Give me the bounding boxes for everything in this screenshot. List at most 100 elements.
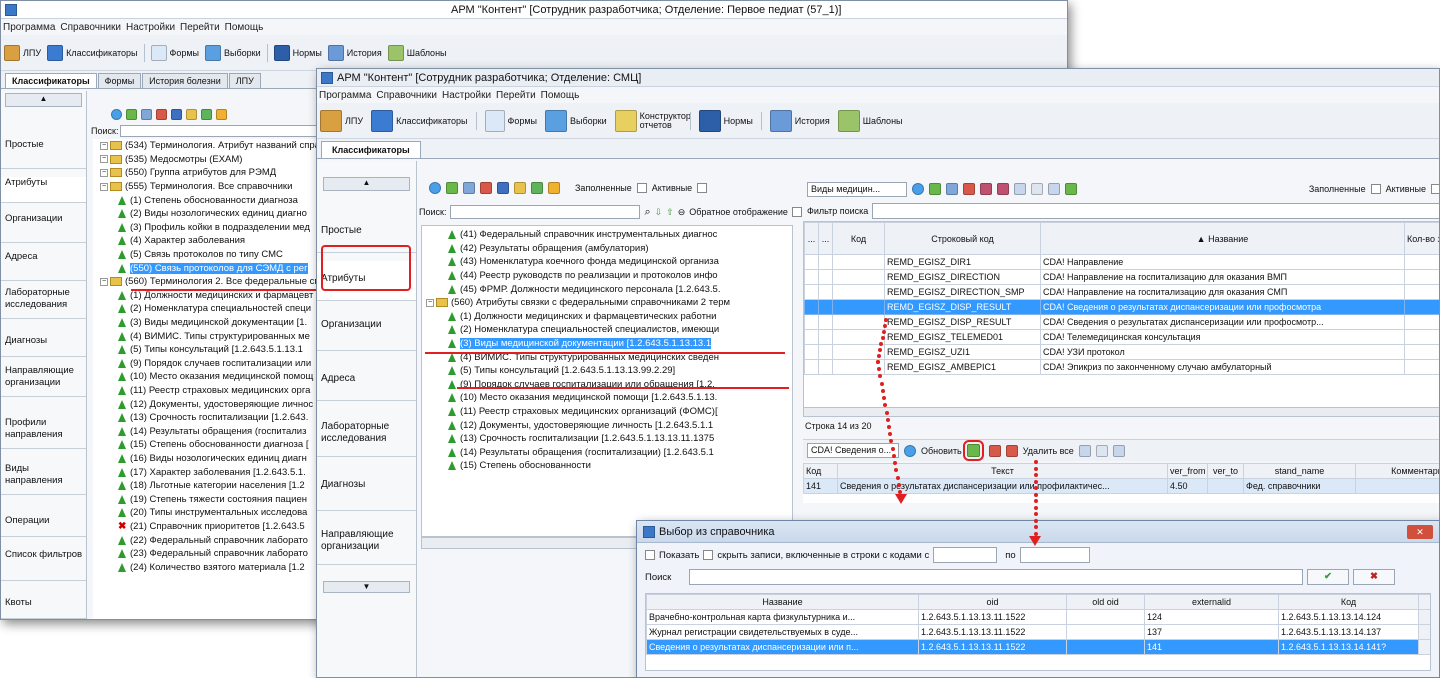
table-row[interactable]: REMD_EGISZ_DIR1 CDA! Направление: [804, 254, 1439, 270]
export-icon[interactable]: [531, 182, 543, 194]
menu-settings[interactable]: Настройки: [126, 22, 175, 33]
expand-toggle-icon[interactable]: −: [100, 141, 108, 150]
tree-item[interactable]: (20) Типы инструментальных исследова: [96, 506, 321, 520]
show-checkbox[interactable]: [645, 550, 655, 560]
cut-icon[interactable]: [1095, 444, 1108, 457]
table-row[interactable]: REMD_EGISZ_TELEMED01 CDA! Телемедицинская…: [804, 329, 1439, 345]
menu-help[interactable]: Помощь: [541, 90, 580, 101]
tree-item[interactable]: (11) Реестр страховых медицинских орга: [96, 384, 321, 398]
sub-col-code[interactable]: Код: [803, 463, 838, 479]
tree-item[interactable]: (9) Порядок случаев госпитализации или: [96, 357, 321, 371]
grid-col-count[interactable]: Кол-во записей: [1404, 222, 1439, 255]
sidebar-item-attributes[interactable]: Атрибуты: [1, 177, 86, 203]
tree-item[interactable]: (1) Степень обоснованности диагноза: [96, 193, 321, 207]
reverse-checkbox[interactable]: [791, 207, 802, 217]
folder-icon[interactable]: [186, 109, 197, 120]
tree-item[interactable]: − (560) Терминология 2. Все федеральные с…: [96, 275, 321, 289]
refresh-button[interactable]: Обновить: [921, 446, 962, 456]
tree-item[interactable]: − (550) Группа атрибутов для РЭМД: [96, 166, 321, 180]
grid-hscroll[interactable]: [803, 407, 1439, 417]
tree-item[interactable]: (19) Степень тяжести состояния пациен: [96, 492, 321, 506]
grid-col-1[interactable]: ...: [804, 222, 819, 255]
toolbar-lpu-button[interactable]: ЛПУ: [320, 109, 363, 132]
toolbar-classifiers-button[interactable]: Классификаторы: [371, 109, 468, 132]
tree-item[interactable]: (1) Должности медицинских и фармацевтиче…: [426, 310, 792, 324]
tree-item[interactable]: ✖ (21) Справочник приоритетов [1.2.643.5: [96, 520, 321, 534]
copy-icon[interactable]: [1078, 444, 1091, 457]
add-icon[interactable]: [929, 183, 941, 195]
toolbar-report-builder-button[interactable]: Конструктор отчетов: [614, 109, 691, 132]
refresh-icon[interactable]: [912, 183, 924, 195]
delete-icon[interactable]: [480, 182, 492, 194]
sidebar-item-referral-types[interactable]: Виды направления: [1, 463, 86, 495]
code-from-input[interactable]: [933, 547, 998, 563]
tree-item[interactable]: (17) Характер заболевания [1.2.643.5.1.: [96, 465, 321, 479]
sidebar-scroll-down[interactable]: ▼: [323, 581, 410, 593]
expand-toggle-icon[interactable]: −: [100, 155, 108, 164]
sidebar-item-referral-profiles[interactable]: Профили направления: [1, 417, 86, 449]
tree-item[interactable]: (2) Номенклатура специальностей специ: [96, 302, 321, 316]
tree-item[interactable]: (22) Федеральный справочник лаборато: [96, 533, 321, 547]
sidebar-item-addresses[interactable]: Адреса: [1, 251, 86, 281]
dialog-search-input[interactable]: [689, 569, 1303, 585]
sidebar-item-organizations[interactable]: Организации: [317, 311, 416, 351]
refresh-icon[interactable]: [111, 109, 122, 120]
ok-button[interactable]: ✔: [1307, 569, 1349, 585]
tree-item[interactable]: (3) Виды медицинской документации [1.: [96, 316, 321, 330]
tree-item[interactable]: (3) Профиль койки в подразделении мед: [96, 221, 321, 235]
table-row[interactable]: Врачебно-контрольная карта физкультурник…: [646, 609, 1430, 625]
delete-icon[interactable]: [963, 183, 975, 195]
add-icon[interactable]: [126, 109, 137, 120]
sub-col-stand-name[interactable]: stand_name: [1243, 463, 1356, 479]
filter-icon[interactable]: [216, 109, 227, 120]
grid-col-2[interactable]: ...: [818, 222, 833, 255]
toolbar-forms-button[interactable]: Формы: [484, 109, 537, 132]
dictionary-combo[interactable]: Виды медицин...: [807, 181, 907, 197]
tab-classifiers[interactable]: Классификаторы: [321, 141, 421, 158]
tab-forms[interactable]: Формы: [97, 73, 142, 88]
paste-icon[interactable]: [1112, 444, 1125, 457]
save-icon[interactable]: [171, 109, 182, 120]
menu-program[interactable]: Программа: [319, 90, 371, 101]
table-icon[interactable]: [980, 183, 992, 195]
tree-item[interactable]: (5) Типы консультаций [1.2.643.5.1.13.13…: [426, 364, 792, 378]
paste-icon[interactable]: [1048, 183, 1060, 195]
sidebar-item-quotas[interactable]: Квоты: [1, 597, 86, 619]
code-to-input[interactable]: [1019, 547, 1090, 563]
table-row[interactable]: REMD_EGISZ_DIRECTION CDA! Направление на …: [804, 269, 1439, 285]
filter-icon[interactable]: [548, 182, 560, 194]
sidebar-item-simple[interactable]: Простые: [1, 139, 86, 169]
table-row[interactable]: Сведения о результатах диспансеризации и…: [646, 639, 1430, 655]
sidebar-item-referring-orgs[interactable]: Направляющие организации: [1, 365, 86, 397]
hide-checkbox[interactable]: [703, 550, 714, 560]
refresh-icon[interactable]: [429, 182, 441, 194]
tree-item[interactable]: (15) Степень обоснованности диагноза [: [96, 438, 321, 452]
sidebar-item-operations[interactable]: Операции: [1, 515, 86, 537]
filled-checkbox[interactable]: [636, 183, 647, 193]
tree-item[interactable]: (45) ФРМР. Должности медицинского персон…: [426, 282, 792, 296]
tree-item[interactable]: (16) Виды нозологических единиц диагн: [96, 452, 321, 466]
tree-item[interactable]: (5) Связь протоколов по типу СМС: [96, 248, 321, 262]
tree-item[interactable]: (23) Федеральный справочник лаборато: [96, 547, 321, 561]
sidebar-scroll-up[interactable]: ▲: [323, 177, 410, 191]
tree-item[interactable]: (4) ВИМИС. Типы структурированных ме: [96, 329, 321, 343]
edit-icon[interactable]: [141, 109, 152, 120]
sidebar-item-diagnoses[interactable]: Диагнозы: [1, 335, 86, 357]
tree-item[interactable]: (3) Виды медицинской документации [1.2.6…: [426, 337, 792, 351]
search-icon[interactable]: ⌕: [644, 206, 650, 219]
toolbar-norms-button[interactable]: Нормы: [698, 109, 753, 132]
grid-col-code[interactable]: Код: [832, 222, 885, 255]
arrow-up-icon[interactable]: ⇧: [666, 207, 674, 218]
toolbar-templates-button[interactable]: Шаблоны: [837, 109, 903, 132]
close-icon[interactable]: ✕: [1407, 524, 1433, 539]
back-search-input[interactable]: [120, 125, 341, 137]
expand-toggle-icon[interactable]: −: [100, 168, 108, 177]
sub-col-text[interactable]: Текст: [837, 463, 1168, 479]
save-icon[interactable]: [497, 182, 509, 194]
tree-item[interactable]: (24) Количество взятого материала [1.2: [96, 560, 321, 574]
tree-item[interactable]: (14) Результаты обращения (госпитализ: [96, 424, 321, 438]
tree-item[interactable]: (41) Федеральный справочник инструментал…: [426, 228, 792, 242]
tree-item[interactable]: − (535) Медосмотры (EXAM): [96, 153, 321, 167]
add-icon[interactable]: [446, 182, 458, 194]
table-row[interactable]: Журнал регистрации свидетельствуемых в с…: [646, 624, 1430, 640]
